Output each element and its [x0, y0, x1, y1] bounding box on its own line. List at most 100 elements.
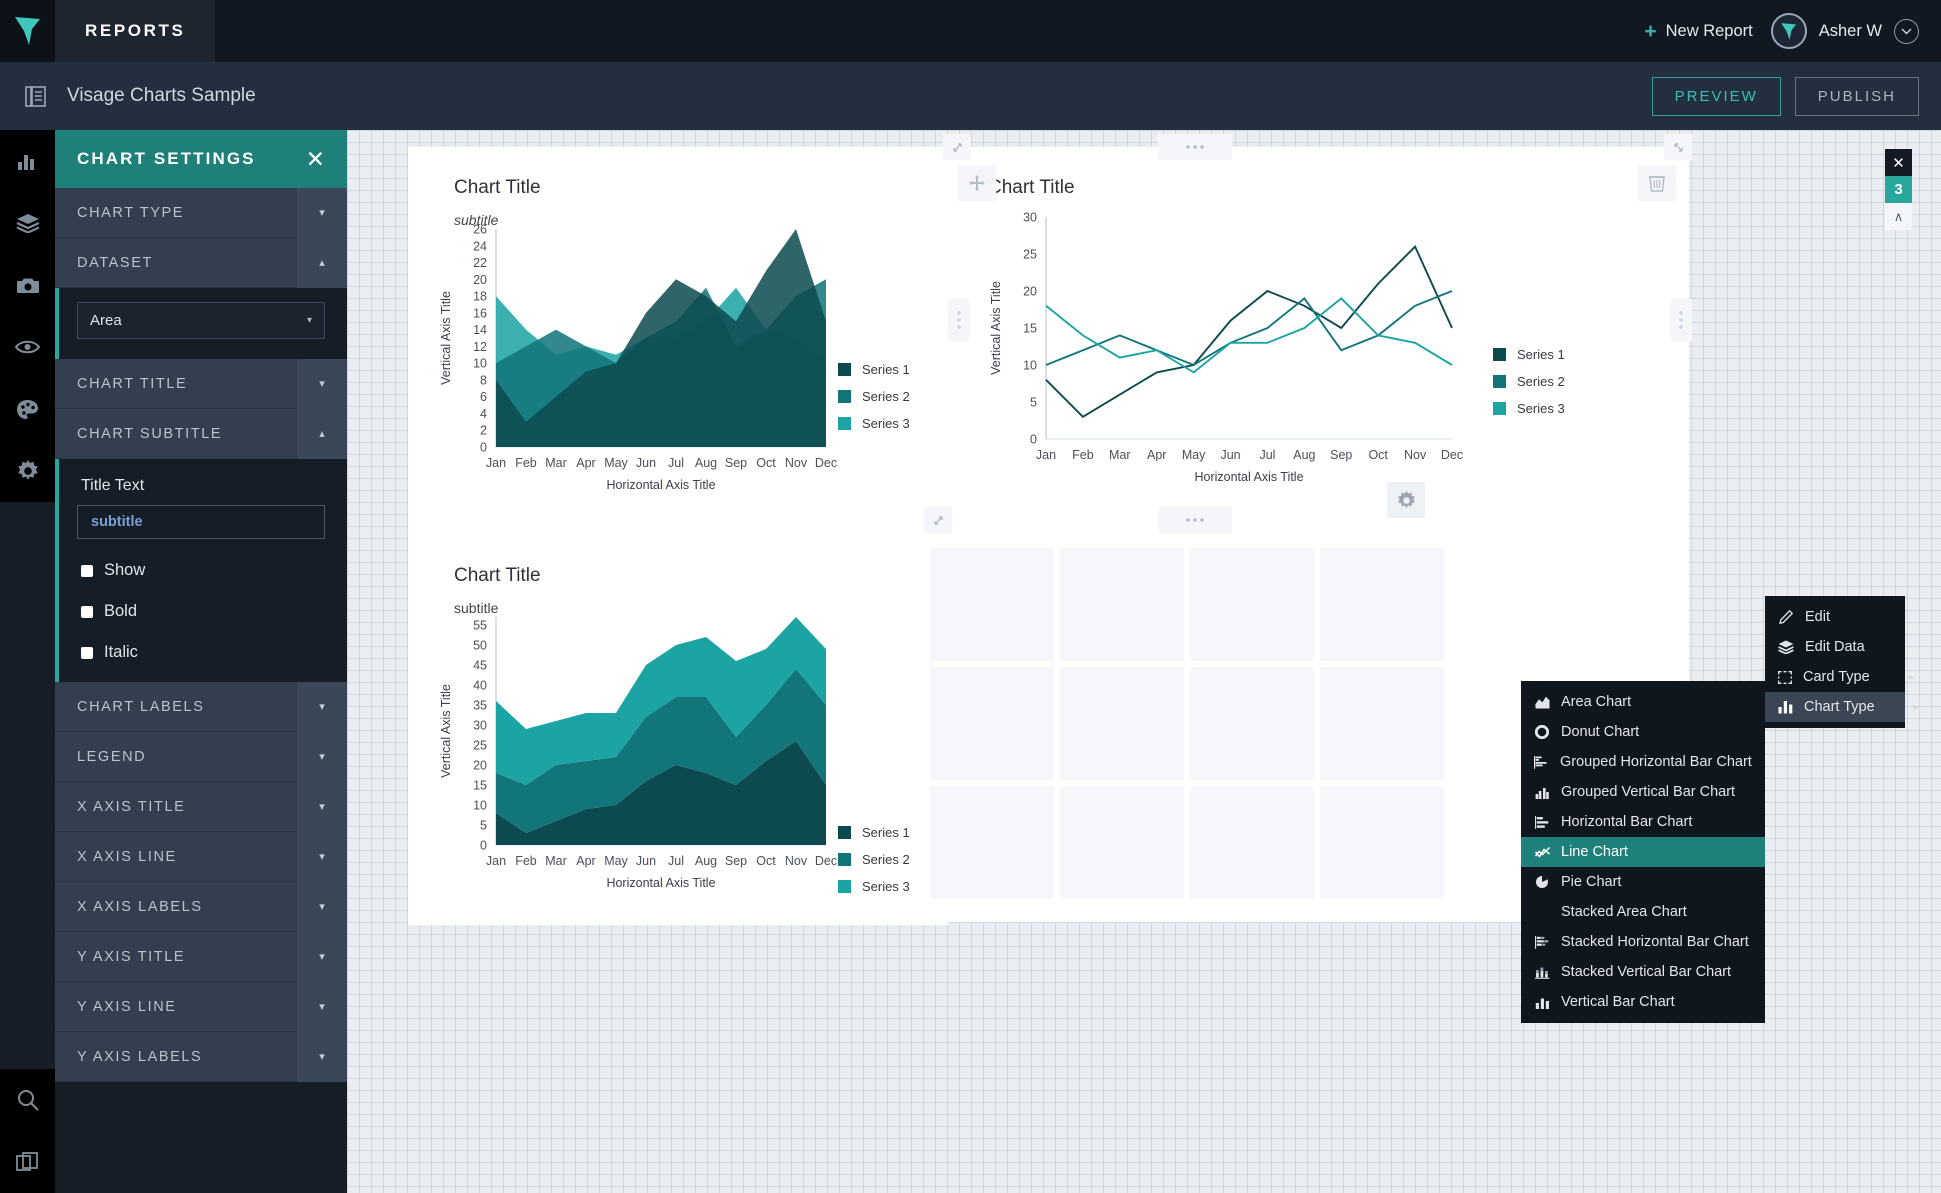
chart-card-stacked-area[interactable]: Chart Title subtitle 0 5 10 15 20 25 30 35 40 45 5…: [408, 535, 948, 925]
resize-handle-tl[interactable]: [943, 134, 971, 160]
chevron-down-icon[interactable]: ▾: [297, 681, 347, 732]
chevron-down-icon[interactable]: ▾: [297, 981, 347, 1032]
menu-item-edit-data[interactable]: Edit Data: [1765, 632, 1905, 662]
chart-type-area-chart[interactable]: Area Chart: [1521, 687, 1765, 717]
move-handle[interactable]: [958, 165, 996, 201]
placeholder-cell[interactable]: [1190, 548, 1314, 661]
rail-item-copy[interactable]: [0, 1131, 55, 1193]
chart-type-submenu[interactable]: Area Chart Donut Chart Grouped Horizonta…: [1521, 681, 1765, 1023]
legend-item[interactable]: Series 2: [1493, 374, 1565, 389]
chart-type-vertical-bar-chart[interactable]: Vertical Bar Chart: [1521, 987, 1765, 1017]
checkbox-show[interactable]: Show: [77, 561, 325, 580]
section-x-axis-labels[interactable]: X AXIS LABELS ▾: [55, 881, 347, 932]
placeholder-cell[interactable]: [1320, 667, 1444, 780]
rail-item-search[interactable]: [0, 1069, 55, 1131]
section-y-axis-line[interactable]: Y AXIS LINE ▾: [55, 981, 347, 1032]
rail-item-camera[interactable]: [0, 254, 55, 316]
placeholder-cell[interactable]: [1190, 667, 1314, 780]
new-report-button[interactable]: + New Report: [1644, 21, 1752, 42]
title-text-input[interactable]: [77, 505, 325, 539]
chart-card-line[interactable]: Chart Title 0 5 10 15 20 25 30 Jan Feb Mar Apr May J…: [943, 134, 1608, 517]
placeholder-cell[interactable]: [930, 667, 1054, 780]
placeholder-cell[interactable]: [1060, 786, 1184, 899]
chevron-down-icon[interactable]: ▾: [297, 358, 347, 409]
legend-item[interactable]: Series 3: [838, 416, 910, 431]
chart-type-grouped-vertical-bar-chart[interactable]: Grouped Vertical Bar Chart: [1521, 777, 1765, 807]
menu-item-chart-type[interactable]: Chart Type ▸: [1765, 692, 1919, 722]
legend-item[interactable]: Series 1: [838, 825, 910, 840]
placeholder-cell[interactable]: [930, 786, 1054, 899]
chevron-down-icon[interactable]: ▾: [297, 831, 347, 882]
chevron-down-icon[interactable]: ▾: [297, 881, 347, 932]
close-icon[interactable]: ✕: [306, 147, 325, 171]
placeholder-cell[interactable]: [1060, 667, 1184, 780]
legend-item[interactable]: Series 3: [1493, 401, 1565, 416]
report-canvas[interactable]: Chart Title subtitle 0 2 4 6 8 10 12 14 16 18 20 22…: [347, 130, 1941, 1193]
section-legend[interactable]: LEGEND ▾: [55, 731, 347, 782]
legend-item[interactable]: Series 2: [838, 852, 910, 867]
checkbox-italic-box[interactable]: [81, 646, 93, 659]
section-y-axis-title[interactable]: Y AXIS TITLE ▾: [55, 931, 347, 982]
menu-item-card-type[interactable]: Card Type ▸: [1765, 662, 1914, 692]
placeholder-cell[interactable]: [1060, 548, 1184, 661]
legend-item[interactable]: Series 3: [838, 879, 910, 894]
chart-type-pie-chart[interactable]: Pie Chart: [1521, 867, 1765, 897]
placeholder-cell[interactable]: [1320, 786, 1444, 899]
chevron-down-icon[interactable]: ▾: [297, 731, 347, 782]
preview-button[interactable]: PREVIEW: [1651, 76, 1781, 116]
delete-card-button[interactable]: [1638, 165, 1676, 201]
chart-type-stacked-horizontal-bar-chart[interactable]: Stacked Horizontal Bar Chart: [1521, 927, 1765, 957]
app-logo[interactable]: [0, 0, 55, 62]
drag-dots-right[interactable]: [1670, 299, 1692, 341]
chart-type-horizontal-bar-chart[interactable]: Horizontal Bar Chart: [1521, 807, 1765, 837]
section-y-axis-labels[interactable]: Y AXIS LABELS ▾: [55, 1031, 347, 1082]
resize-handle-tr[interactable]: [1664, 134, 1692, 160]
collapse-tab[interactable]: ∧: [1885, 203, 1912, 230]
page-count-tab[interactable]: 3: [1885, 176, 1912, 203]
section-chart-labels[interactable]: CHART LABELS ▾: [55, 681, 347, 732]
chart-card-area[interactable]: Chart Title subtitle 0 2 4 6 8 10 12 14 16 18 20 22…: [408, 147, 948, 517]
nav-tab-reports[interactable]: REPORTS: [55, 0, 216, 62]
chart-type-stacked-area-chart[interactable]: Stacked Area Chart: [1521, 897, 1765, 927]
chart-type-stacked-vertical-bar-chart[interactable]: Stacked Vertical Bar Chart: [1521, 957, 1765, 987]
section-chart-subtitle[interactable]: CHART SUBTITLE ▴: [55, 408, 347, 459]
section-x-axis-title[interactable]: X AXIS TITLE ▾: [55, 781, 347, 832]
chevron-down-icon[interactable]: ▾: [297, 187, 347, 238]
chevron-up-icon[interactable]: ▴: [297, 408, 347, 459]
card-context-menu[interactable]: Edit Edit Data Card Type ▸ Chart Type ▸: [1765, 596, 1919, 728]
checkbox-bold-box[interactable]: [81, 605, 93, 618]
section-chart-type[interactable]: CHART TYPE ▾: [55, 187, 347, 238]
chart-type-grouped-horizontal-bar-chart[interactable]: Grouped Horizontal Bar Chart: [1521, 747, 1765, 777]
checkbox-italic[interactable]: Italic: [77, 643, 325, 662]
section-x-axis-line[interactable]: X AXIS LINE ▾: [55, 831, 347, 882]
legend-item[interactable]: Series 2: [838, 389, 910, 404]
section-dataset[interactable]: DATASET ▴: [55, 237, 347, 288]
section-chart-title[interactable]: CHART TITLE ▾: [55, 358, 347, 409]
chevron-down-icon[interactable]: ▾: [297, 781, 347, 832]
user-menu[interactable]: Asher W: [1770, 13, 1919, 49]
placeholder-cell[interactable]: [930, 548, 1054, 661]
chevron-down-icon[interactable]: ▾: [297, 1031, 347, 1082]
card-settings-button[interactable]: [1387, 482, 1425, 518]
rail-item-settings[interactable]: [0, 440, 55, 502]
rail-item-palette[interactable]: [0, 378, 55, 440]
close-panel-tab[interactable]: ✕: [1885, 149, 1912, 176]
dataset-select[interactable]: Area ▾: [77, 302, 325, 339]
rail-item-bar-chart[interactable]: [0, 130, 55, 192]
rail-item-preview-eye[interactable]: [0, 316, 55, 378]
publish-button[interactable]: PUBLISH: [1794, 76, 1919, 116]
legend-item[interactable]: Series 1: [838, 362, 910, 377]
more-options-bottom[interactable]: [1158, 507, 1232, 533]
rail-item-layers[interactable]: [0, 192, 55, 254]
legend-item[interactable]: Series 1: [1493, 347, 1565, 362]
checkbox-bold[interactable]: Bold: [77, 602, 325, 621]
placeholder-cell[interactable]: [1190, 786, 1314, 899]
placeholder-cell[interactable]: [1320, 548, 1444, 661]
chevron-down-icon[interactable]: [1894, 18, 1919, 44]
resize-handle-tl-2[interactable]: [924, 507, 952, 533]
checkbox-show-box[interactable]: [81, 564, 93, 577]
drag-dots-left[interactable]: [948, 299, 970, 341]
chart-type-donut-chart[interactable]: Donut Chart: [1521, 717, 1765, 747]
chevron-down-icon[interactable]: ▾: [297, 931, 347, 982]
chart-type-line-chart[interactable]: Line Chart: [1521, 837, 1765, 867]
